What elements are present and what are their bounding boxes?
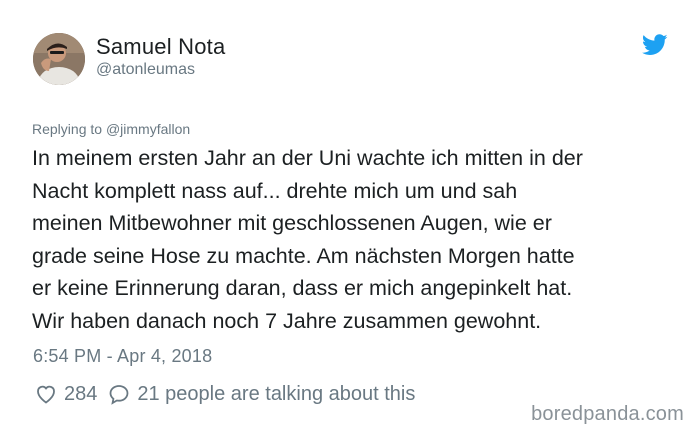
author-handle[interactable]: @atonleumas <box>96 60 195 80</box>
tweet-card: Samuel Nota @atonleumas Replying to @jim… <box>0 0 700 436</box>
replying-prefix: Replying to <box>32 121 106 137</box>
tweet-actions: 284 21 people are talking about this <box>34 380 415 408</box>
author-name[interactable]: Samuel Nota <box>96 34 225 60</box>
heart-icon[interactable] <box>34 382 58 406</box>
twitter-bird-icon[interactable] <box>642 34 668 56</box>
tweet-text: In meinem ersten Jahr an der Uni wachte … <box>32 146 583 333</box>
speech-bubble-icon[interactable] <box>107 382 131 406</box>
like-count[interactable]: 284 <box>64 382 97 406</box>
timestamp-link[interactable]: 6:54 PM - Apr 4, 2018 <box>33 345 212 367</box>
avatar-image <box>33 33 85 85</box>
replying-to-line: Replying to @jimmyfallon <box>32 120 190 138</box>
watermark: boredpanda.com <box>531 403 684 425</box>
talking-about-link[interactable]: 21 people are talking about this <box>137 382 415 406</box>
avatar[interactable] <box>33 33 85 85</box>
mention-link[interactable]: @jimmyfallon <box>106 121 190 137</box>
